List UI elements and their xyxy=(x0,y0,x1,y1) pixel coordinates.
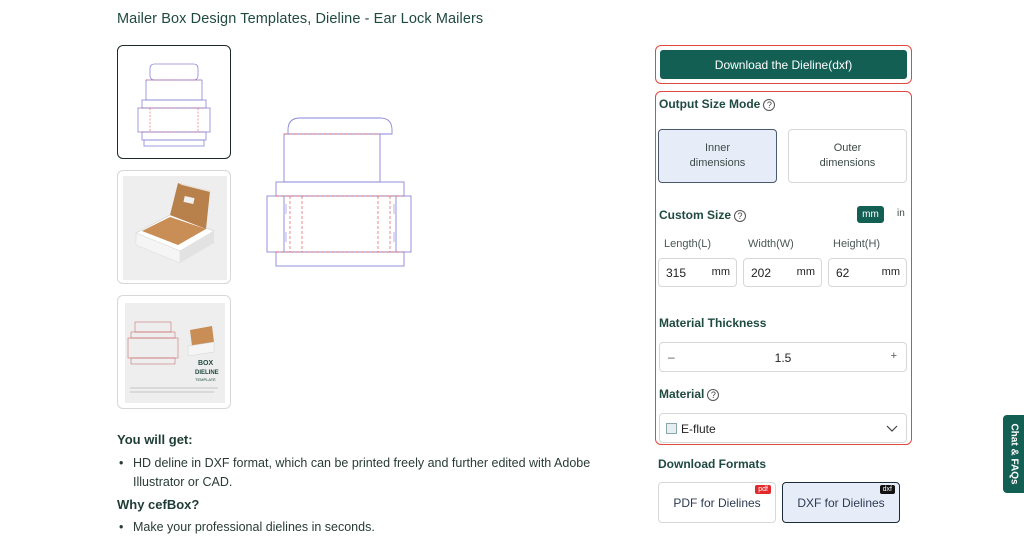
material-thickness-label: Material Thickness xyxy=(659,316,767,330)
length-input[interactable]: 315 mm xyxy=(658,258,737,287)
dxf-badge-icon: dxf xyxy=(879,485,895,494)
why-title: Why cefBox? xyxy=(117,497,200,512)
width-input[interactable]: 202 mm xyxy=(743,258,822,287)
length-label: Length(L) xyxy=(664,238,712,250)
pdf-badge-icon: pdf xyxy=(755,485,771,494)
unit-mm-toggle[interactable]: mm xyxy=(857,206,884,223)
you-will-get-item: • HD deline in DXF format, which can be … xyxy=(119,456,591,489)
plus-button[interactable]: + xyxy=(891,350,897,362)
poster-title-2: DIELINE xyxy=(195,370,219,376)
help-icon[interactable]: ? xyxy=(734,210,747,222)
box-photo-icon xyxy=(123,176,227,280)
why-item: • Make your professional dielines in sec… xyxy=(119,518,619,537)
pdf-format-button[interactable]: PDF for Dielines pdf xyxy=(658,482,776,523)
height-label: Height(H) xyxy=(833,238,881,250)
output-size-mode-label: Output Size Mode? xyxy=(659,97,776,111)
material-label: Material? xyxy=(659,387,720,401)
download-formats-label: Download Formats xyxy=(658,457,767,471)
download-highlight: Download the Dieline(dxf) xyxy=(655,45,912,84)
help-icon[interactable]: ? xyxy=(763,99,776,111)
thumbnail-dieline-template[interactable]: BOX DIELINE TEMPLATE xyxy=(117,295,231,409)
bullet-icon: • xyxy=(119,456,124,470)
height-input[interactable]: 62 mm xyxy=(828,258,907,287)
thumbnail-box-photo[interactable] xyxy=(117,170,231,284)
inner-dimensions-option[interactable]: Inner dimensions xyxy=(658,129,777,183)
chat-faqs-tab[interactable]: Chat & FAQs xyxy=(1003,415,1024,493)
template-poster-icon: BOX DIELINE TEMPLATE xyxy=(125,303,225,403)
bullet-icon: • xyxy=(119,520,124,534)
thickness-stepper[interactable]: – 1.5 + xyxy=(659,342,907,372)
material-select[interactable]: E-flute xyxy=(659,413,907,443)
material-swatch-icon xyxy=(666,423,677,434)
help-icon[interactable]: ? xyxy=(707,389,720,401)
unit-in-toggle[interactable]: in xyxy=(897,208,905,219)
dxf-format-button[interactable]: DXF for Dielines dxf xyxy=(782,482,900,523)
width-label: Width(W) xyxy=(748,238,794,250)
custom-size-label: Custom Size? xyxy=(659,208,747,222)
poster-title-3: TEMPLATE xyxy=(195,377,216,382)
poster-title-1: BOX xyxy=(198,360,214,367)
outer-dimensions-option[interactable]: Outer dimensions xyxy=(788,129,907,183)
page-title: Mailer Box Design Templates, Dieline - E… xyxy=(117,11,484,27)
dieline-thumbnail-icon xyxy=(137,63,211,147)
download-dieline-button[interactable]: Download the Dieline(dxf) xyxy=(660,50,907,79)
thickness-value: 1.5 xyxy=(774,351,792,365)
you-will-get-title: You will get: xyxy=(117,432,193,447)
thumbnail-dieline[interactable] xyxy=(117,45,231,159)
chevron-down-icon xyxy=(886,425,898,432)
dieline-preview xyxy=(266,117,412,267)
